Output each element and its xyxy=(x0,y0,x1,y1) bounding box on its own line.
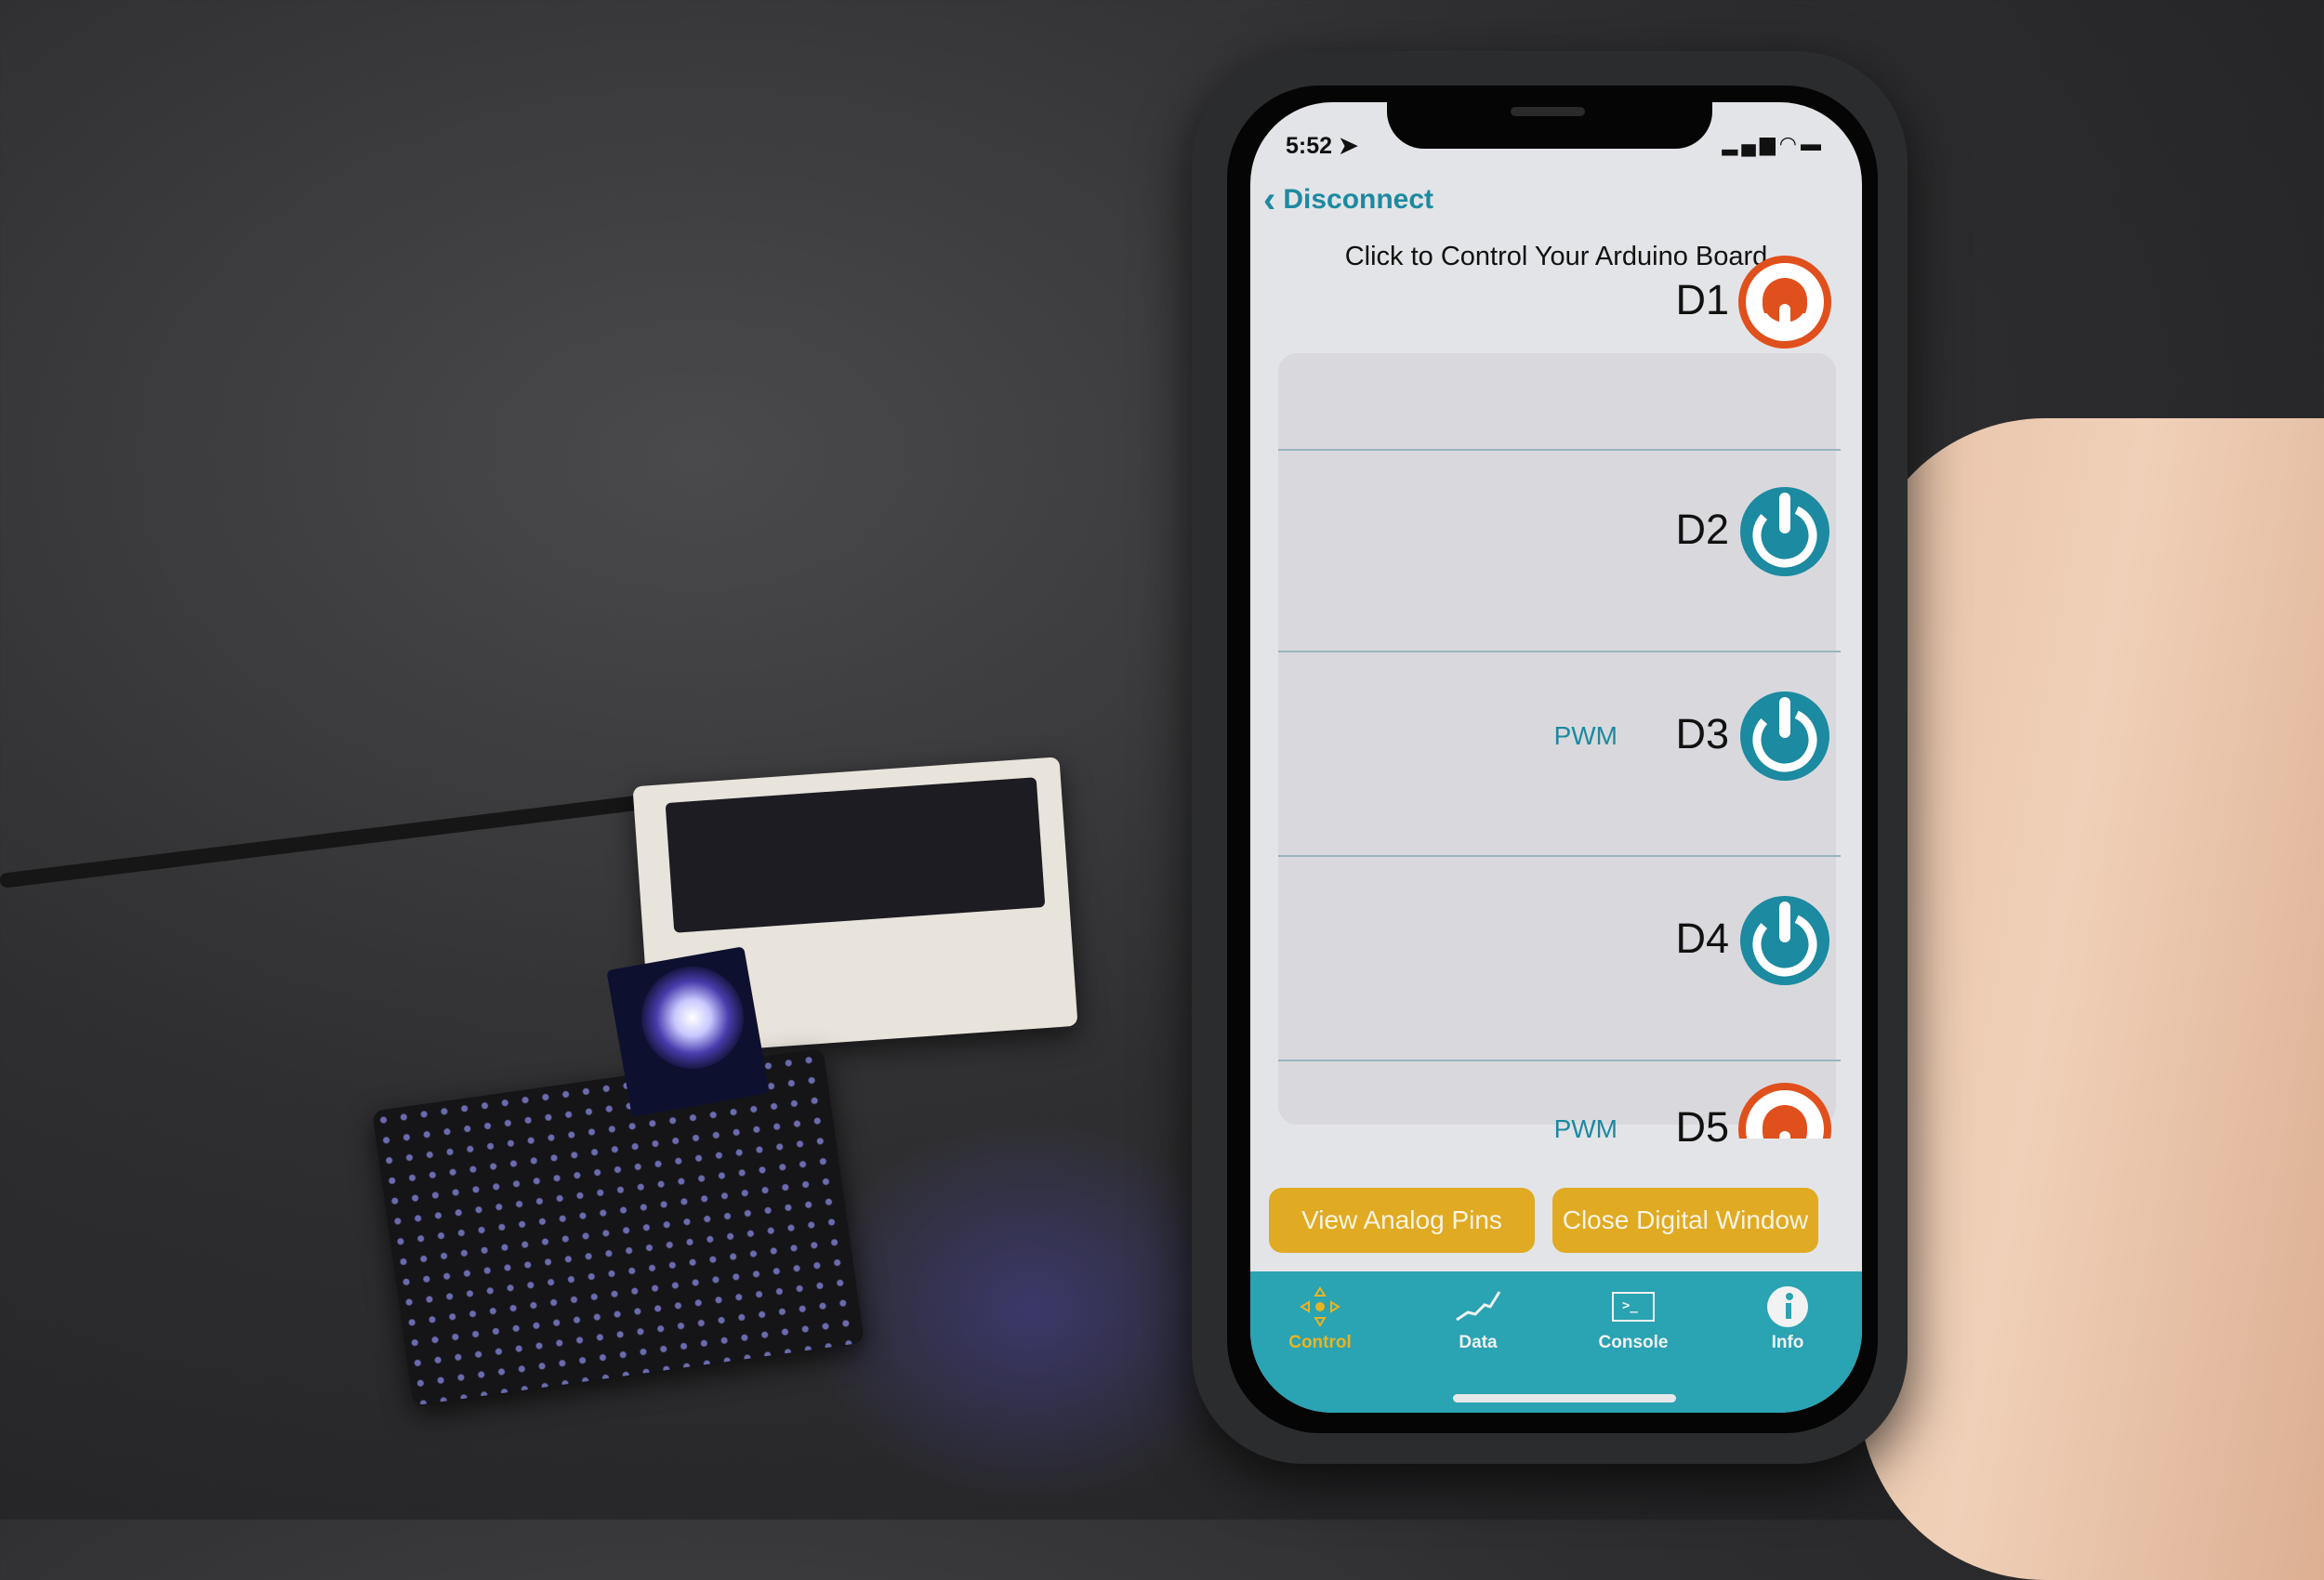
phone-screen: 5:52 ➤ ▂▄▆◠▬ ‹ Disconnect Click to Contr… xyxy=(1250,102,1862,1413)
pin-label: D2 xyxy=(1675,506,1729,553)
power-toggle-d5[interactable] xyxy=(1738,1083,1831,1139)
power-toggle-d1[interactable] xyxy=(1738,256,1831,349)
pin-row: D1 xyxy=(1278,246,1841,451)
pin-row: D2 xyxy=(1278,448,1841,652)
pwm-label: PWM xyxy=(1553,1114,1618,1143)
tab-label: Data xyxy=(1459,1333,1498,1352)
hand xyxy=(1859,418,2324,1580)
tab-control[interactable]: Control xyxy=(1264,1281,1376,1353)
pin-label: D5 xyxy=(1675,1103,1729,1151)
terminal-icon: >_ xyxy=(1578,1281,1689,1333)
tab-data[interactable]: Data xyxy=(1422,1281,1534,1353)
pin-row: D5 PWM xyxy=(1278,1060,1841,1152)
close-digital-window-button[interactable]: Close Digital Window xyxy=(1552,1188,1818,1253)
power-on-icon xyxy=(1738,1083,1831,1139)
wifi-icon: ◠ xyxy=(1778,132,1801,155)
chevron-left-icon: ‹ xyxy=(1263,179,1276,220)
pin-label: D4 xyxy=(1675,915,1729,962)
disconnect-label: Disconnect xyxy=(1283,184,1434,215)
power-toggle-d3[interactable] xyxy=(1738,690,1831,783)
tab-info[interactable]: Info xyxy=(1732,1281,1843,1353)
arduino-board xyxy=(665,777,1046,933)
power-toggle-d2[interactable] xyxy=(1738,485,1831,578)
usb-cable xyxy=(0,792,666,889)
cellular-signal-icon: ▂▄▆ xyxy=(1722,132,1779,155)
power-off-icon xyxy=(1740,896,1829,985)
power-on-icon xyxy=(1738,256,1831,349)
location-arrow-icon: ➤ xyxy=(1339,133,1358,159)
power-off-icon xyxy=(1740,487,1829,576)
status-icons: ▂▄▆◠▬ xyxy=(1722,132,1825,156)
line-graph-icon xyxy=(1422,1281,1534,1333)
disconnect-button[interactable]: ‹ Disconnect xyxy=(1263,179,1434,220)
status-time: 5:52 ➤ xyxy=(1286,133,1358,159)
phone-speaker xyxy=(1511,107,1585,116)
pin-row: D3 PWM xyxy=(1278,652,1841,857)
rgb-led-light xyxy=(641,967,744,1069)
tab-label: Info xyxy=(1771,1333,1804,1352)
tab-console[interactable]: >_ Console xyxy=(1578,1281,1689,1353)
tab-label: Console xyxy=(1598,1333,1669,1352)
view-analog-pins-button[interactable]: View Analog Pins xyxy=(1269,1188,1535,1253)
tab-label: Control xyxy=(1288,1333,1352,1352)
power-off-icon xyxy=(1740,691,1829,781)
pin-label: D1 xyxy=(1675,276,1729,323)
battery-icon: ▬ xyxy=(1801,132,1825,155)
power-toggle-d4[interactable] xyxy=(1738,894,1831,987)
pwm-label: PWM xyxy=(1553,721,1618,750)
mini-breadboard xyxy=(372,1047,865,1406)
pin-label: D3 xyxy=(1675,710,1729,757)
pin-row: D4 xyxy=(1278,857,1841,1061)
tab-bar: Control Data >_ Console Info xyxy=(1250,1271,1862,1413)
dpad-icon xyxy=(1264,1281,1376,1333)
svg-text:>_: >_ xyxy=(1622,1298,1638,1313)
info-icon xyxy=(1732,1281,1843,1333)
home-indicator[interactable] xyxy=(1453,1394,1676,1402)
